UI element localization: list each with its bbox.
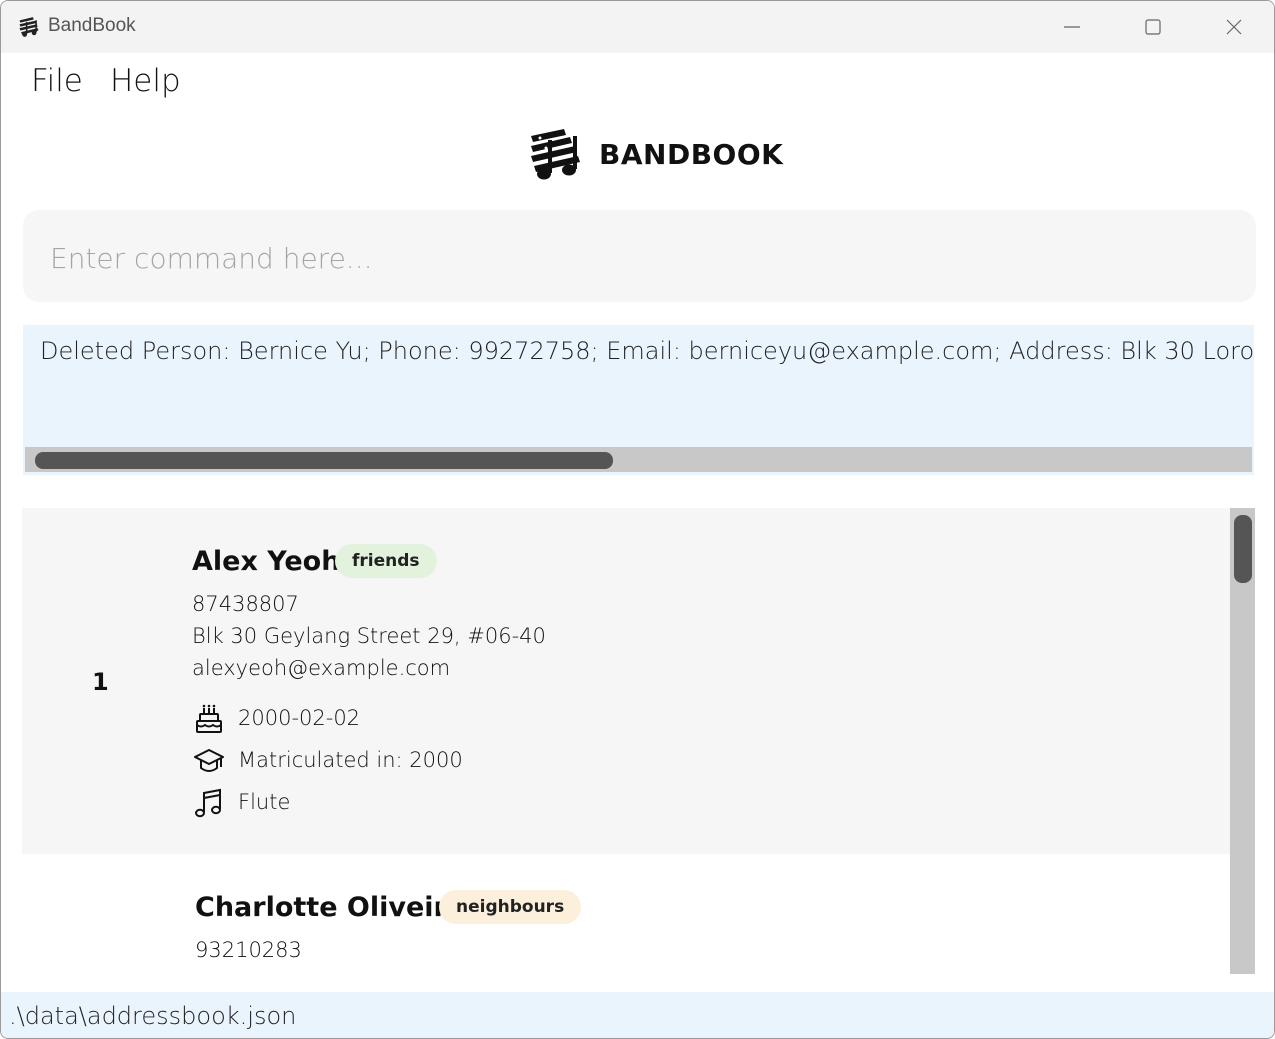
tag-badge: neighbours (439, 890, 582, 924)
music-note-icon (195, 788, 221, 818)
bandbook-logo-icon (531, 129, 580, 180)
result-display: Deleted Person: Bernice Yu; Phone: 99272… (23, 325, 1254, 475)
person-phone: 87438807 (192, 592, 299, 616)
menu-help[interactable]: Help (110, 63, 181, 99)
person-list: 1 Alex Yeoh friends 87438807 Blk 30 Geyl… (22, 508, 1255, 974)
person-name: Alex Yeoh (192, 546, 341, 577)
title-bar[interactable]: BandBook (1, 1, 1274, 53)
logo-text: BANDBOOK (599, 138, 784, 171)
status-bar: .\data\addressbook.json (1, 992, 1274, 1038)
person-card[interactable]: Charlotte Oliveiro neighbours 93210283 (22, 854, 1230, 974)
result-text: Deleted Person: Bernice Yu; Phone: 99272… (40, 337, 1254, 365)
command-input[interactable] (50, 238, 1230, 278)
person-matriculation: Matriculated in: 2000 (238, 748, 463, 772)
close-icon (1226, 19, 1242, 35)
person-email: alexyeoh@example.com (192, 656, 451, 680)
vertical-scrollbar-thumb[interactable] (1234, 515, 1252, 583)
graduation-cap-icon (194, 749, 224, 772)
person-birthday: 2000-02-02 (238, 706, 361, 730)
cake-icon (196, 704, 222, 733)
menu-bar: File Help (1, 53, 1274, 111)
vertical-scrollbar[interactable] (1230, 508, 1255, 974)
tag-badge: friends (335, 544, 437, 578)
command-box (23, 210, 1256, 302)
bandbook-logo-icon (18, 16, 40, 38)
horizontal-scrollbar[interactable] (25, 447, 1252, 472)
person-instrument: Flute (238, 790, 291, 814)
window-title: BandBook (48, 15, 136, 36)
minimize-icon (1064, 26, 1080, 28)
person-address: Blk 30 Geylang Street 29, #06-40 (192, 624, 546, 648)
maximize-icon (1145, 19, 1161, 35)
person-index: 1 (92, 668, 109, 696)
maximize-button[interactable] (1113, 1, 1193, 53)
menu-file[interactable]: File (31, 63, 83, 99)
close-button[interactable] (1194, 1, 1274, 53)
person-phone: 93210283 (195, 938, 302, 962)
app-window: BandBook File Help BANDBOOK Enter comman… (0, 0, 1275, 1039)
file-path: .\data\addressbook.json (9, 1002, 297, 1030)
person-card[interactable]: 1 Alex Yeoh friends 87438807 Blk 30 Geyl… (22, 508, 1230, 854)
person-name: Charlotte Oliveiro (195, 892, 466, 923)
horizontal-scrollbar-thumb[interactable] (35, 452, 613, 469)
minimize-button[interactable] (1032, 1, 1112, 53)
